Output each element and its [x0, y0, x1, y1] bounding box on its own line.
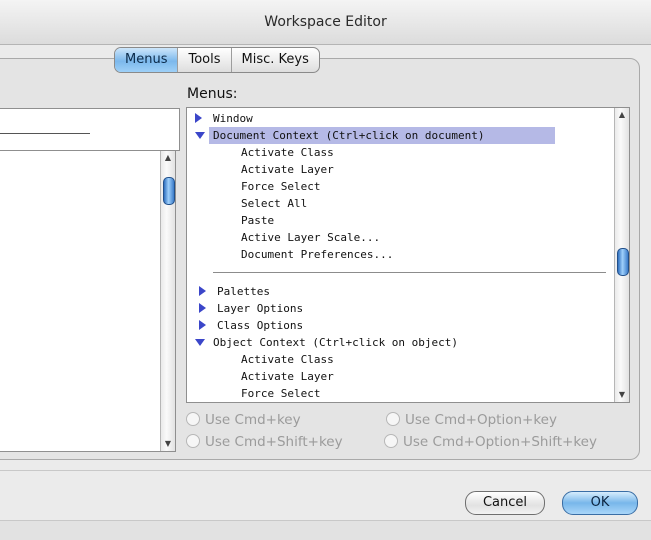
menu-tree-item-label: Object Context (Ctrl+click on object)	[213, 336, 459, 349]
menu-tree-item[interactable]: Activate Layer	[187, 368, 607, 385]
menu-tree-item-label: Palettes	[217, 285, 270, 298]
radio-cmd-key[interactable]: Use Cmd+key	[186, 412, 301, 428]
menu-tree-item-label: Document Context (Ctrl+click on document…	[213, 129, 485, 142]
radio-cmd-shift-key-label: Use Cmd+Shift+key	[205, 434, 343, 450]
triangle-right-icon[interactable]	[199, 286, 206, 296]
radio-cmd-option-shift-key[interactable]: Use Cmd+Option+Shift+key	[384, 434, 597, 450]
radio-cmd-option-shift-key-label: Use Cmd+Option+Shift+key	[403, 434, 597, 450]
menu-tree-item[interactable]: Activate Class	[187, 144, 607, 161]
menu-tree-item[interactable]: Document Context (Ctrl+click on document…	[195, 127, 555, 144]
menu-tree-item-label: Activate Layer	[241, 370, 334, 383]
footer-divider	[0, 470, 651, 471]
menu-tree-item-label: Activate Layer	[241, 163, 334, 176]
radio-cmd-option-key[interactable]: Use Cmd+Option+key	[386, 412, 557, 428]
radio-circle-icon[interactable]	[386, 412, 400, 426]
menu-tree-item-label: Activate Class	[241, 353, 334, 366]
tab-menus[interactable]: Menus	[115, 48, 178, 72]
menu-tree-item-label: Document Preferences...	[241, 248, 394, 261]
radio-cmd-option-key-label: Use Cmd+Option+key	[405, 412, 557, 428]
radio-cmd-shift-key[interactable]: Use Cmd+Shift+key	[186, 434, 343, 450]
triangle-right-icon[interactable]	[199, 320, 206, 330]
triangle-right-icon[interactable]	[199, 303, 206, 313]
menu-tree-item-label: Class Options	[217, 319, 304, 332]
menus-tree[interactable]: Window Document Context (Ctrl+click on do…	[186, 107, 630, 403]
menu-tree-item[interactable]: Class Options	[187, 317, 607, 334]
field-underline	[0, 133, 90, 134]
menus-label: Menus:	[187, 86, 238, 102]
menu-tree-item[interactable]: Activate Layer	[187, 161, 607, 178]
tab-bar: Menus Tools Misc. Keys	[114, 47, 320, 73]
menu-tree-item[interactable]: Document Preferences...	[187, 246, 607, 263]
triangle-right-icon[interactable]	[195, 113, 202, 123]
menu-tree-item-label: Force Select	[241, 387, 321, 400]
tab-misc-keys[interactable]: Misc. Keys	[230, 48, 319, 72]
radio-cmd-key-label: Use Cmd+key	[205, 412, 301, 428]
menu-tree-item[interactable]: Object Context (Ctrl+click on object)	[187, 334, 607, 351]
left-list-box[interactable]: ▲ ▼	[0, 150, 176, 452]
menu-tree-item-label: Force Select	[241, 180, 321, 193]
menu-tree-item-label: Activate Class	[241, 146, 334, 159]
radio-circle-icon[interactable]	[186, 434, 200, 448]
radio-circle-icon[interactable]	[186, 412, 200, 426]
left-name-field[interactable]	[0, 108, 180, 151]
menu-tree-item[interactable]: Force Select	[187, 178, 607, 195]
window-bottom-edge	[0, 520, 651, 540]
scroll-up-arrow-icon[interactable]: ▲	[615, 108, 629, 122]
menu-tree-item[interactable]: Palettes	[187, 283, 607, 300]
scroll-up-arrow-icon[interactable]: ▲	[161, 151, 175, 165]
tab-tools[interactable]: Tools	[177, 48, 230, 72]
menu-tree-item-label: Select All	[241, 197, 308, 210]
left-list-scroll-thumb[interactable]	[163, 177, 175, 205]
menu-tree-item[interactable]: Window	[187, 110, 607, 127]
left-list-scrollbar[interactable]: ▲ ▼	[160, 151, 175, 451]
triangle-down-icon[interactable]	[195, 132, 205, 139]
menu-tree-item[interactable]: Activate Class	[187, 351, 607, 368]
menu-tree-item[interactable]: Force Select	[187, 385, 607, 402]
menu-tree-item-label: Window	[213, 112, 253, 125]
menu-tree-item-label: Layer Options	[217, 302, 304, 315]
menu-tree-item[interactable]: Active Layer Scale...	[187, 229, 607, 246]
menu-tree-item-label: Active Layer Scale...	[241, 231, 381, 244]
window-title: Workspace Editor	[264, 14, 387, 30]
triangle-down-icon[interactable]	[195, 339, 205, 346]
menu-tree-item[interactable]: Layer Options	[187, 300, 607, 317]
scroll-down-arrow-icon[interactable]: ▼	[615, 388, 629, 402]
menu-tree-item[interactable]: Select All	[187, 195, 607, 212]
title-bar: Workspace Editor	[0, 0, 651, 45]
menus-scrollbar[interactable]: ▲ ▼	[614, 108, 629, 402]
ok-button[interactable]: OK	[562, 491, 638, 515]
menus-scroll-thumb[interactable]	[617, 248, 629, 276]
menu-tree-item[interactable]: Paste	[187, 212, 607, 229]
cancel-button[interactable]: Cancel	[465, 491, 545, 515]
menu-tree-item-label: Paste	[241, 214, 275, 227]
scroll-down-arrow-icon[interactable]: ▼	[161, 437, 175, 451]
radio-circle-icon[interactable]	[384, 434, 398, 448]
menu-separator	[213, 272, 606, 273]
